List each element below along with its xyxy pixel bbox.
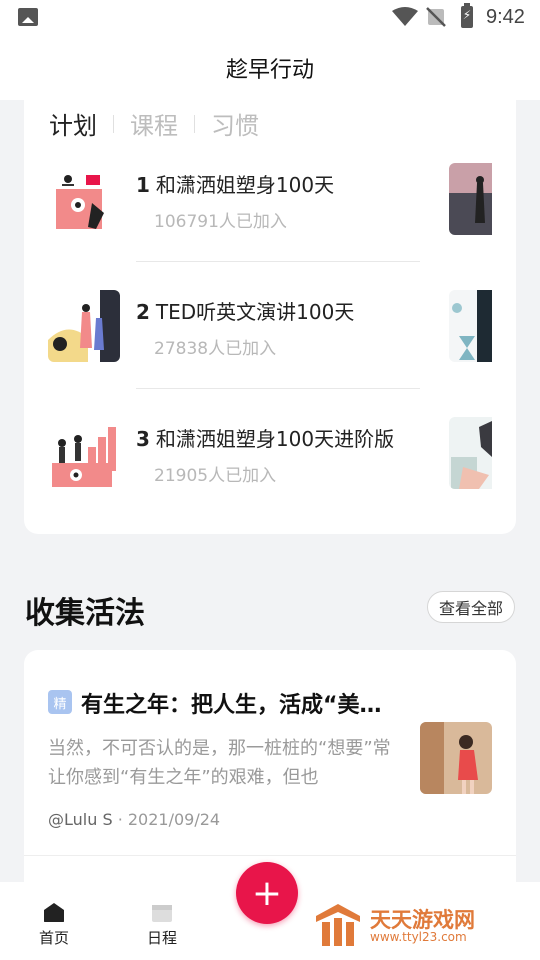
view-all-button[interactable]: 查看全部 <box>427 591 515 623</box>
plan-card: 计划 课程 习惯 1 和潇洒姐塑身100天 106791人已加入 2 TED听英… <box>24 100 516 534</box>
gallery-notification-icon <box>18 8 38 26</box>
plan-title: 3 和潇洒姐塑身100天进阶版 <box>136 423 394 452</box>
nav-home[interactable]: 首页 <box>24 902 84 948</box>
tab-plan[interactable]: 计划 <box>49 106 97 141</box>
plan-side-image <box>449 163 492 235</box>
plan-tabs: 计划 课程 习惯 <box>49 106 259 141</box>
watermark-logo-icon <box>316 904 360 946</box>
article-excerpt: 当然，不可否认的是，那一桩桩的“想要”常让你感到“有生之年”的艰难，但也 <box>48 738 391 788</box>
battery-icon <box>461 3 473 28</box>
status-bar: 9:42 <box>0 0 540 36</box>
plan-rank: 1 <box>136 173 150 197</box>
plan-item[interactable]: 1 和潇洒姐塑身100天 106791人已加入 <box>48 163 516 235</box>
article-date: · 2021/09/24 <box>112 810 221 829</box>
plan-rank: 3 <box>136 427 150 451</box>
plan-side-image <box>449 417 492 489</box>
article-thumbnail <box>420 722 492 794</box>
watermark: 天天游戏网 www.ttyl23.com <box>312 900 502 950</box>
no-signal-icon <box>426 7 446 27</box>
divider <box>24 855 516 856</box>
plan-joined-count: 21905人已加入 <box>154 466 277 486</box>
plan-side-image <box>449 290 492 362</box>
divider <box>136 261 420 262</box>
tab-course[interactable]: 课程 <box>130 106 178 141</box>
nav-home-label: 首页 <box>38 929 69 947</box>
plan-name: 和潇洒姐塑身100天 <box>155 173 335 197</box>
plan-rank: 2 <box>136 300 150 324</box>
article-title: 有生之年：把人生，活成“美… <box>81 693 382 718</box>
nav-schedule-label: 日程 <box>146 929 177 947</box>
tab-separator <box>194 114 195 133</box>
plan-joined-count: 27838人已加入 <box>154 339 277 359</box>
plan-item[interactable]: 2 TED听英文演讲100天 27838人已加入 <box>48 290 516 362</box>
page-title: 趁早行动 <box>225 58 314 83</box>
divider <box>136 388 420 389</box>
plan-name: 和潇洒姐塑身100天进阶版 <box>155 427 395 451</box>
plan-thumbnail <box>48 163 120 235</box>
calendar-icon <box>152 905 172 922</box>
section-title: 收集活法 <box>25 596 145 631</box>
nav-schedule[interactable]: 日程 <box>132 902 192 948</box>
featured-badge-icon: 精 <box>48 690 72 714</box>
plan-thumbnail <box>48 290 120 362</box>
add-button[interactable]: + <box>236 862 298 924</box>
tab-habit[interactable]: 习惯 <box>211 106 259 141</box>
app-header: 趁早行动 <box>0 36 540 100</box>
plan-title: 2 TED听英文演讲100天 <box>136 296 354 325</box>
clock: 9:42 <box>486 6 525 28</box>
plan-item[interactable]: 3 和潇洒姐塑身100天进阶版 21905人已加入 <box>48 417 516 489</box>
plan-thumbnail <box>48 417 120 489</box>
plan-name: TED听英文演讲100天 <box>155 300 355 324</box>
watermark-url: www.ttyl23.com <box>370 930 467 944</box>
plan-joined-count: 106791人已加入 <box>154 212 287 232</box>
plan-title: 1 和潇洒姐塑身100天 <box>136 169 334 198</box>
wifi-icon <box>392 7 418 26</box>
article-author[interactable]: @Lulu S <box>48 810 113 829</box>
tab-separator <box>113 114 114 133</box>
home-icon <box>44 903 64 922</box>
article-meta: @Lulu S · 2021/09/24 <box>48 810 220 829</box>
